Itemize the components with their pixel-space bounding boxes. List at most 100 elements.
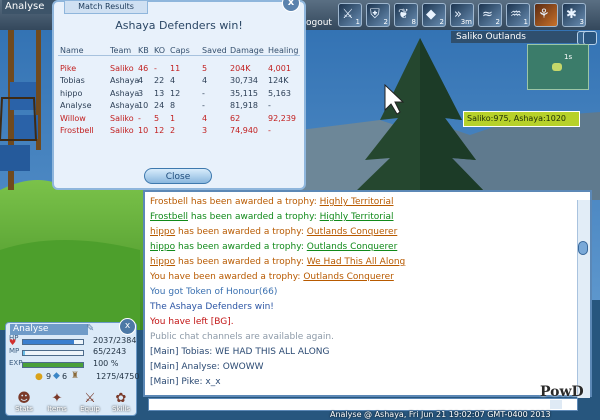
chat-message: You got Token of Honour(66): [150, 286, 277, 298]
cell-kb: 46: [138, 64, 149, 73]
crystal-icon: ◆: [426, 7, 436, 22]
cell-healing: 4,001: [268, 64, 291, 73]
chat-log: Frostbell has been awarded a trophy: Hig…: [143, 190, 592, 397]
cell-saved: 4: [202, 113, 208, 123]
cell-damage: 30,734: [230, 76, 258, 86]
ability-slot-4[interactable]: ◆ 2: [422, 3, 446, 27]
chat-link[interactable]: We Had This All Along: [307, 257, 405, 267]
chat-text: has been awarded a trophy:: [175, 227, 307, 237]
cell-damage: 74,940: [230, 126, 258, 135]
table-row: Frostbell Saliko 10 12 2 3 74,940 -: [54, 126, 304, 138]
cell-kb: 4: [138, 76, 144, 86]
chat-text: Frostbell: [150, 197, 188, 207]
ability-slot-9[interactable]: ✱ 3: [562, 3, 586, 27]
chat-link[interactable]: Highly Territorial: [320, 212, 394, 222]
chat-link[interactable]: Highly Territorial: [320, 197, 394, 207]
chat-text: has been awarded a trophy:: [175, 242, 307, 252]
cell-ko: 5: [154, 113, 160, 123]
mp-bar: [22, 350, 84, 356]
table-row: Pike Saliko 46- 11 5 204K 4,001: [54, 64, 304, 76]
chat-link[interactable]: Frostbell: [150, 212, 188, 222]
chat-message: The Ashaya Defenders win!: [150, 301, 274, 313]
chat-scroll-thumb[interactable]: [578, 241, 588, 255]
cell-name: Tobias: [60, 76, 85, 86]
chat-link[interactable]: hippo: [150, 242, 175, 252]
minimap[interactable]: 1s: [527, 44, 589, 90]
cell-kb: 10: [138, 101, 149, 111]
honour-value: 1275/4750: [96, 372, 140, 381]
chat-message: hippo has been awarded a trophy: Outland…: [150, 226, 397, 238]
chat-text: has been awarded a trophy:: [188, 212, 320, 222]
wind-icon: ≈: [482, 7, 493, 22]
ability-slot-5[interactable]: » 3m: [450, 3, 474, 27]
column-header: Caps: [170, 46, 190, 55]
chat-message: You have left [BG].: [150, 316, 234, 328]
chat-message: hippo has been awarded a trophy: We Had …: [150, 256, 405, 268]
chat-message: You have been awarded a trophy: Outlands…: [150, 271, 394, 283]
chat-link[interactable]: hippo: [150, 257, 175, 267]
close-icon[interactable]: x: [119, 318, 136, 335]
equip-button[interactable]: ⚔ Equip: [78, 392, 102, 413]
column-header: KB: [138, 46, 149, 55]
battleground-score: Saliko:975, Ashaya:1020: [463, 111, 580, 127]
chat-text: The Ashaya Defenders win!: [150, 302, 274, 312]
cell-name: Willow: [60, 113, 86, 123]
ability-slot-8[interactable]: ⚘: [534, 3, 558, 27]
stats-button[interactable]: ☻ Stats: [12, 392, 36, 413]
skills-button[interactable]: ✿ Skills: [109, 392, 133, 413]
column-header: Name: [60, 46, 84, 55]
cell-caps: 12: [170, 88, 181, 98]
chat-channel-badge[interactable]: [550, 400, 562, 409]
chat-link[interactable]: hippo: [150, 227, 175, 237]
cell-damage: 35,115: [230, 88, 258, 98]
claw-icon: ⚘: [538, 7, 550, 22]
cell-team: Saliko: [110, 126, 134, 135]
watermark-logo: PowD: [540, 384, 584, 400]
cell-damage: 62: [230, 113, 241, 123]
chat-scrollbar[interactable]: [577, 200, 590, 398]
cell-saved: -: [202, 88, 205, 98]
cell-damage: 81,918: [230, 101, 258, 111]
logout-link[interactable]: ogout: [306, 18, 332, 28]
ability-slot-3[interactable]: ❦ 8: [394, 3, 418, 27]
items-button[interactable]: ✦ Items: [45, 391, 69, 413]
water-icon: ♒: [510, 7, 522, 22]
status-bar: Analyse @ Ashaya, Fri Jun 21 19:02:07 GM…: [330, 410, 551, 419]
items-icon: ✦: [51, 391, 63, 406]
cell-caps: 11: [170, 64, 181, 73]
coin-icon: ●: [35, 372, 43, 382]
ability-slot-7[interactable]: ♒ 1: [506, 3, 530, 27]
ability-slot-1[interactable]: ⚔ 1: [338, 3, 362, 27]
cell-saved: -: [202, 101, 205, 111]
chat-text: [Main] Tobias: WE HAD THIS ALL ALONG: [150, 347, 330, 357]
paw-icon: ❦: [398, 7, 409, 22]
cell-healing: 5,163: [268, 88, 291, 98]
chat-link[interactable]: Outlands Conquerer: [307, 242, 398, 252]
chat-link[interactable]: Outlands Conquerer: [307, 227, 398, 237]
cell-saved: 4: [202, 76, 208, 86]
zone-expand-button[interactable]: [583, 31, 597, 45]
chat-text: [Main] Pike: x_x: [150, 377, 221, 387]
exp-bar: [22, 362, 84, 368]
pencil-icon[interactable]: ✎: [86, 323, 94, 334]
close-button[interactable]: Close: [144, 168, 212, 184]
star-icon: ✱: [566, 7, 577, 22]
chat-message: [Main] Pike: x_x: [150, 376, 221, 388]
cell-healing: -: [268, 126, 271, 135]
cell-team: Ashaya: [110, 101, 140, 111]
chat-text: [Main] Analyse: OWOWW: [150, 362, 264, 372]
chat-text: You have been awarded a trophy:: [150, 272, 304, 282]
player-name-tab: Analyse: [2, 0, 57, 14]
chat-text: has been awarded a trophy:: [175, 257, 307, 267]
zone-name: Saliko Outlands: [451, 31, 579, 43]
ability-slot-6[interactable]: ≈2: [478, 3, 502, 27]
match-results-window: Match Results Ashaya Defenders win! Name…: [52, 0, 306, 190]
coins-value: 9: [46, 372, 52, 381]
column-header: Saved: [202, 46, 227, 55]
table-row: Analyse Ashaya 10 24 8-81,918-: [54, 101, 304, 113]
cell-caps: 4: [170, 76, 176, 86]
cell-ko: 12: [154, 126, 165, 135]
shield-icon: ⛨: [370, 7, 380, 22]
chat-link[interactable]: Outlands Conquerer: [303, 272, 394, 282]
ability-slot-2[interactable]: ⛨ 2: [366, 3, 390, 27]
